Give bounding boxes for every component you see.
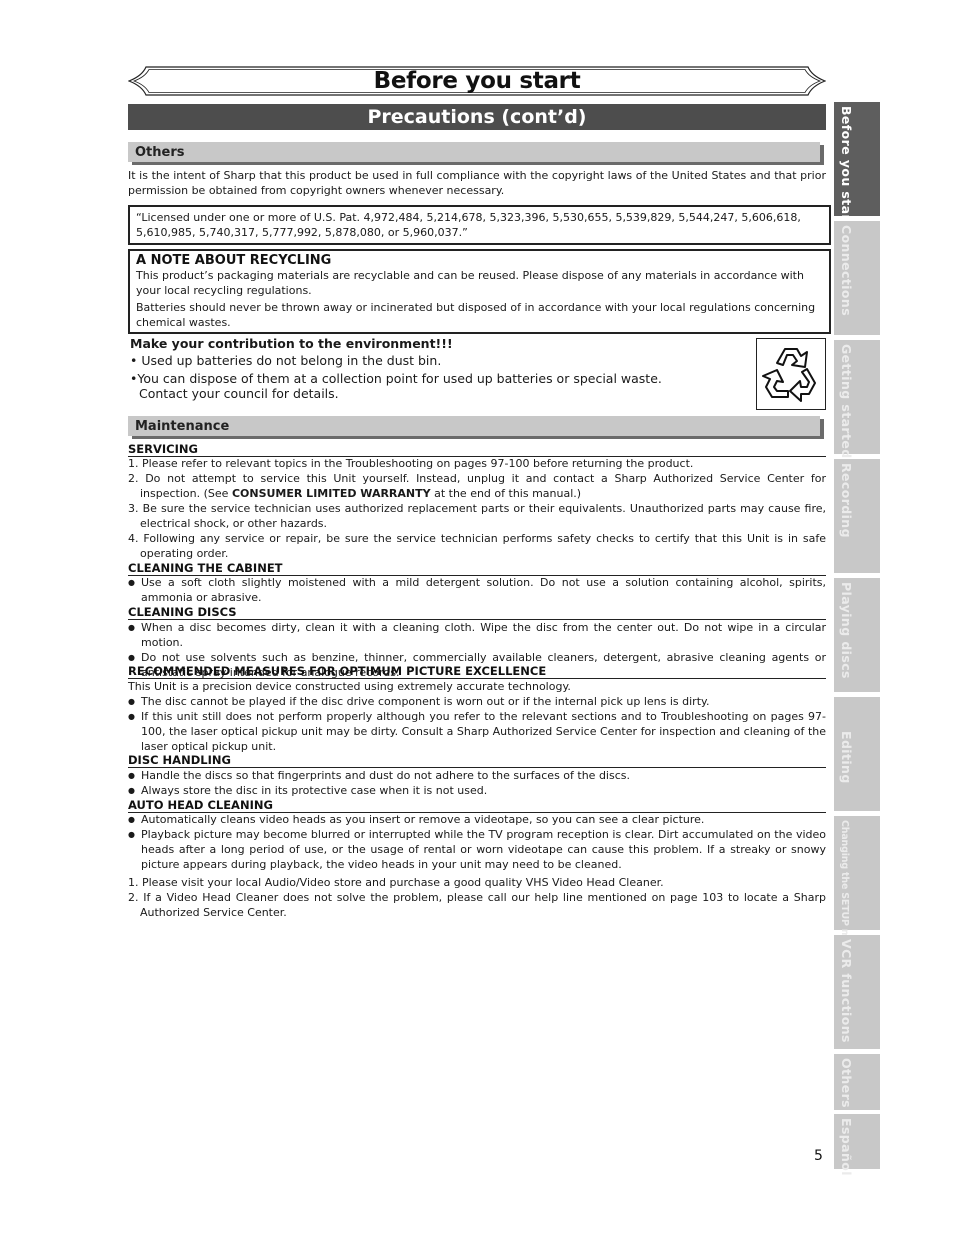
discs-bullet: When a disc becomes dirty, clean it with… (128, 620, 826, 650)
servicing-list: 1. Please refer to relevant topics in th… (128, 456, 826, 561)
handling-bullet: Handle the discs so that fingerprints an… (128, 768, 826, 783)
picture-intro: This Unit is a precision device construc… (128, 680, 571, 693)
tab-espanol[interactable]: Español (834, 1114, 880, 1176)
recycling-paragraph: This product’s packaging materials are r… (136, 269, 804, 297)
cabinet-list: Use a soft cloth slightly moistened with… (128, 575, 826, 605)
tab-changing-setup-menu[interactable]: Changing the SETUP menu (834, 816, 880, 958)
servicing-item: 2. Do not attempt to service this Unit y… (128, 472, 826, 500)
copyright-intro: It is the intent of Sharp that this prod… (128, 169, 826, 197)
tab-connections[interactable]: Connections (834, 221, 880, 335)
servicing-item: 1. Please refer to relevant topics in th… (128, 457, 694, 470)
recycling-note-box: A NOTE ABOUT RECYCLING This product’s pa… (128, 249, 831, 334)
servicing-heading: SERVICING (128, 443, 826, 457)
handling-bullet: Always store the disc in its protective … (128, 783, 826, 798)
section-title: Precautions (cont’d) (128, 104, 826, 130)
recycling-title: A NOTE ABOUT RECYCLING (136, 253, 332, 268)
picture-bullet: The disc cannot be played if the disc dr… (128, 694, 826, 709)
handling-list: Handle the discs so that fingerprints an… (128, 768, 826, 798)
recycling-paragraph: Batteries should never be thrown away or… (136, 301, 816, 329)
head-cleaning-heading: AUTO HEAD CLEANING (128, 799, 826, 813)
head-cleaning-step: 2. If a Video Head Cleaner does not solv… (128, 891, 826, 919)
patent-notice: “Licensed under one or more of U.S. Pat.… (136, 211, 801, 239)
head-cleaning-list: Automatically cleans video heads as you … (128, 812, 826, 920)
tab-vcr-functions[interactable]: VCR functions (834, 935, 880, 1049)
environment-block: Make your contribution to the environmen… (130, 335, 750, 402)
tab-getting-started[interactable]: Getting started (834, 340, 880, 459)
tab-editing[interactable]: Editing (834, 697, 880, 811)
servicing-item: 3. Be sure the service technician uses a… (128, 502, 826, 530)
environment-title: Make your contribution to the environmen… (130, 336, 453, 351)
environment-bullet-cont: Contact your council for details. (139, 386, 339, 401)
cabinet-heading: CLEANING THE CABINET (128, 562, 826, 576)
servicing-item: 4. Following any service or repair, be s… (128, 532, 826, 560)
head-cleaning-bullet: Automatically cleans video heads as you … (128, 812, 826, 827)
maintenance-heading: Maintenance (135, 419, 230, 434)
others-header: Others (128, 142, 820, 162)
recycle-icon (756, 338, 826, 410)
head-cleaning-step: 1. Please visit your local Audio/Video s… (128, 876, 664, 889)
tab-playing-discs[interactable]: Playing discs (834, 578, 880, 692)
page-title: Before you start (373, 68, 581, 94)
page-number: 5 (814, 1148, 823, 1164)
picture-list: This Unit is a precision device construc… (128, 679, 826, 754)
picture-heading: RECOMMENDED MEASURES FOR OPTIMUM PICTURE… (128, 665, 826, 679)
environment-bullet: • Used up batteries do not belong in the… (130, 353, 442, 368)
title-banner: Before you start (128, 66, 826, 96)
cabinet-bullet: Use a soft cloth slightly moistened with… (128, 575, 826, 605)
patent-notice-box: “Licensed under one or more of U.S. Pat.… (128, 205, 831, 245)
tab-recording[interactable]: Recording (834, 459, 880, 573)
handling-heading: DISC HANDLING (128, 754, 826, 768)
picture-bullet: If this unit still does not perform prop… (128, 709, 826, 754)
tab-before-you-start[interactable]: Before you start (834, 102, 880, 227)
discs-heading: CLEANING DISCS (128, 606, 826, 620)
others-heading: Others (135, 145, 185, 160)
head-cleaning-bullet: Playback picture may become blurred or i… (128, 827, 826, 872)
maintenance-header: Maintenance (128, 416, 820, 436)
tab-others[interactable]: Others (834, 1054, 880, 1110)
